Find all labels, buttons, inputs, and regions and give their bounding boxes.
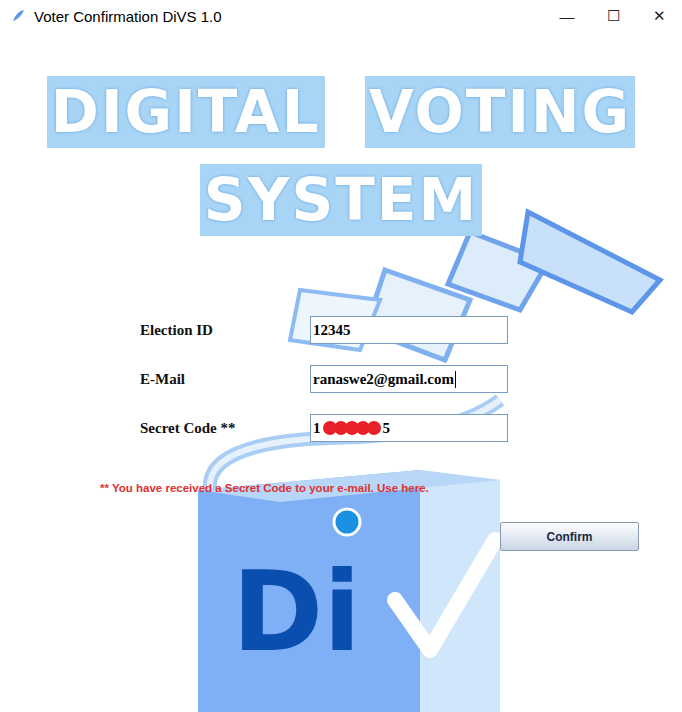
- window-control-button[interactable]: —: [544, 0, 590, 32]
- secret-code-note: ** You have received a Secret Code to yo…: [100, 482, 682, 494]
- logo-text: Di: [232, 548, 361, 676]
- banner-word: DIGITAL: [47, 76, 325, 148]
- window-control-button[interactable]: ☐: [590, 0, 636, 32]
- text-field[interactable]: 12345: [310, 316, 508, 344]
- text-field[interactable]: ranaswe2@gmail.com: [310, 365, 508, 393]
- window-control-button[interactable]: ✕: [636, 0, 682, 32]
- banner-word: VOTING: [365, 76, 635, 148]
- text-caret: [455, 371, 456, 388]
- banner: DIGITAL VOTING SYSTEM: [0, 76, 682, 236]
- app-feather-icon: [10, 8, 26, 24]
- title-bar: Voter Confirmation DiVS 1.0—☐✕: [0, 0, 682, 32]
- text-field[interactable]: 15: [310, 414, 508, 442]
- confirm-button[interactable]: Confirm: [500, 522, 639, 551]
- field-label: E-Mail: [140, 371, 310, 388]
- field-label: Secret Code **: [140, 420, 310, 437]
- confirmation-form: Election ID12345 E-Mailranaswe2@gmail.com…: [140, 316, 682, 442]
- field-label: Election ID: [140, 322, 310, 339]
- window-title: Voter Confirmation DiVS 1.0: [34, 8, 544, 25]
- redaction-mark: [323, 421, 381, 435]
- banner-word: SYSTEM: [200, 164, 482, 236]
- voter-confirmation-window: Di Voter Confirmation DiVS 1.0—☐✕ DIGITAL V…: [0, 0, 682, 712]
